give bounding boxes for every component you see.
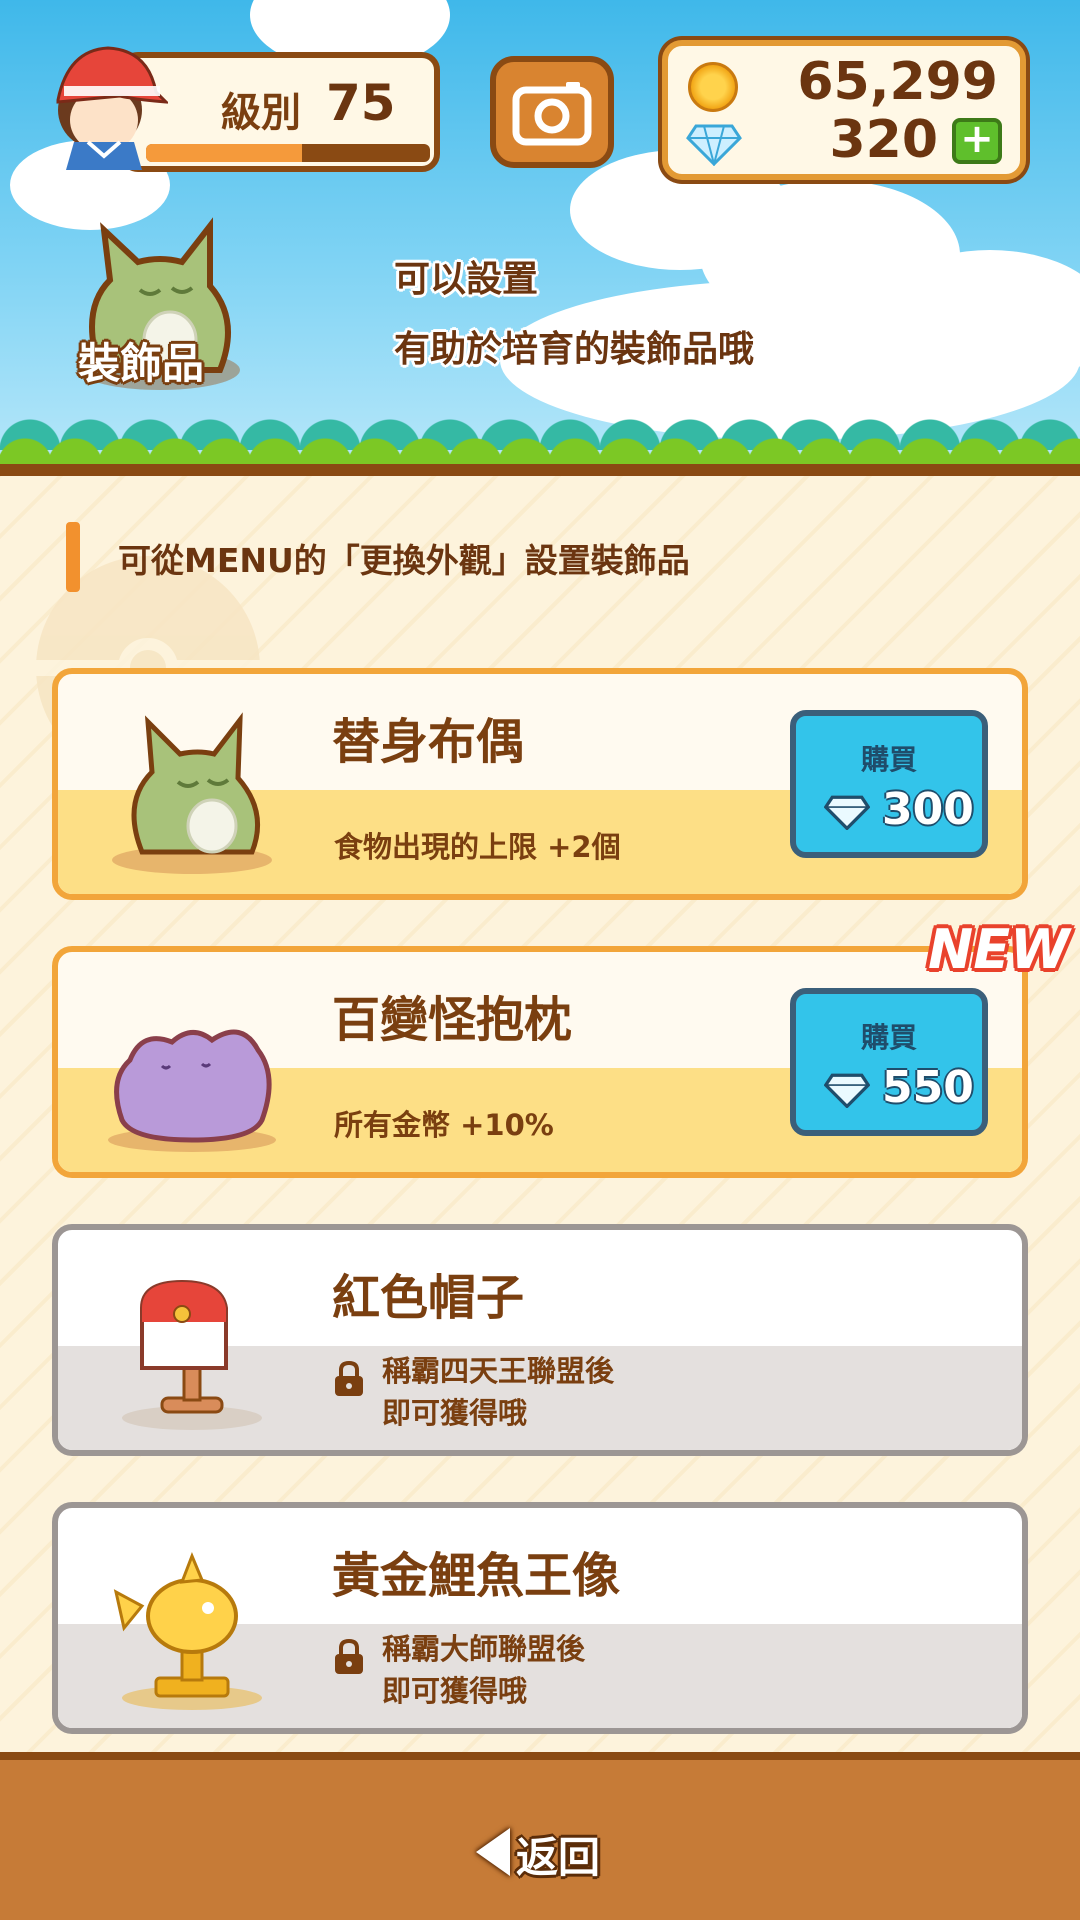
buy-label: 購買: [860, 1021, 917, 1054]
coin-count: 65,299: [797, 52, 998, 112]
lock-icon: [335, 1360, 363, 1396]
diamond-icon: [824, 1073, 870, 1108]
item-name: 替身布偶: [332, 714, 525, 770]
item-card[interactable]: 百變怪抱枕 所有金幣 +10% 購買 550: [52, 946, 1028, 1178]
substitute-doll-icon: [112, 712, 272, 874]
camera-icon: [512, 82, 592, 146]
item-card[interactable]: 替身布偶 食物出現的上限 +2個 購買 300: [52, 668, 1028, 900]
item-list-area[interactable]: 可從MENU的「更換外觀」設置裝飾品 替身布偶 食物出現的上限 +2個 購買 3…: [0, 476, 1080, 1756]
item-effect: 所有金幣 +10%: [334, 1108, 554, 1142]
camera-button[interactable]: [490, 56, 614, 168]
back-label: 返回: [516, 1833, 601, 1882]
level-value: 75: [326, 74, 396, 132]
ditto-cushion-icon: [108, 1029, 276, 1152]
unlock-condition: 稱霸四天王聯盟後 即可獲得哦: [382, 1354, 615, 1430]
price: 550: [882, 1062, 974, 1113]
back-arrow-icon: [476, 1828, 510, 1876]
trainer-avatar[interactable]: [38, 30, 168, 170]
item-card[interactable]: 黃金鯉魚王像 稱霸大師聯盟後 即可獲得哦: [52, 1502, 1028, 1734]
item-name: 紅色帽子: [332, 1270, 525, 1326]
gold-magikarp-statue-icon: [113, 1551, 262, 1710]
lock-icon: [335, 1638, 363, 1674]
red-cap-icon: [122, 1279, 262, 1430]
add-gems-button[interactable]: +: [952, 118, 1002, 164]
hint-accent-bar: [66, 522, 80, 592]
level-label: 級別: [221, 90, 301, 136]
coin-icon: [688, 62, 738, 112]
item-name: 百變怪抱枕: [332, 992, 573, 1048]
price: 300: [882, 784, 974, 835]
buy-button[interactable]: 購買 550: [790, 988, 988, 1136]
item-name: 黃金鯉魚王像: [332, 1548, 621, 1604]
buy-button[interactable]: 購買 300: [790, 710, 988, 858]
back-button[interactable]: 返回: [476, 1822, 606, 1882]
ground-line: [0, 464, 1080, 476]
decor-badge-label: 裝飾品: [78, 339, 205, 388]
new-badge: NEW: [928, 918, 1070, 981]
item-effect: 食物出現的上限 +2個: [334, 830, 621, 864]
intro-text-line1: 可以設置: [394, 259, 539, 300]
diamond-icon: [824, 795, 870, 830]
footer-bar: 返回: [0, 1752, 1080, 1920]
diamond-icon: [686, 124, 742, 166]
level-card[interactable]: 級別 75: [120, 52, 440, 172]
unlock-condition: 稱霸大師聯盟後 即可獲得哦: [382, 1632, 586, 1708]
currency-panel: 65,299 320 +: [662, 40, 1026, 180]
item-card[interactable]: 紅色帽子 稱霸四天王聯盟後 即可獲得哦: [52, 1224, 1028, 1456]
intro-text-line2: 有助於培育的裝飾品哦: [394, 329, 755, 370]
hint-text: 可從MENU的「更換外觀」設置裝飾品: [118, 541, 690, 580]
gem-count: 320: [829, 110, 938, 170]
xp-fill: [146, 144, 303, 162]
xp-bar: [146, 144, 430, 162]
buy-label: 購買: [860, 743, 917, 776]
